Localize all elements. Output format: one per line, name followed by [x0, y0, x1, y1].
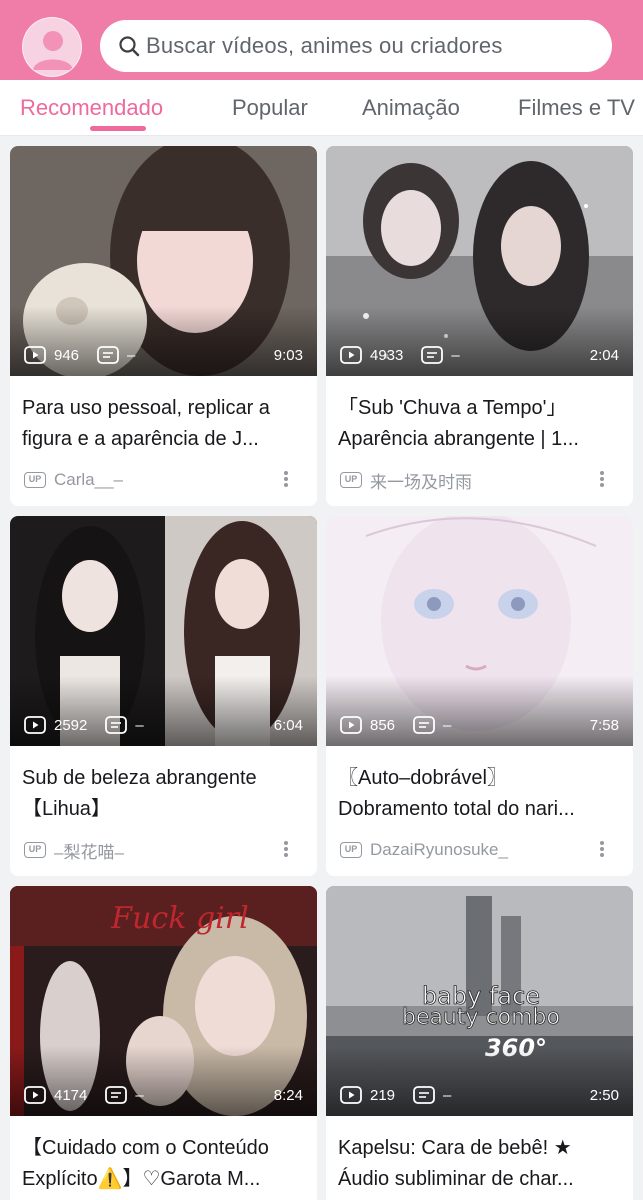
author-name[interactable]: –梨花喵– — [54, 838, 124, 863]
video-thumbnail[interactable]: Fuck girl 4174 – 8:24 — [10, 886, 317, 1116]
video-title[interactable]: Sub de beleza abrangente 【Lihua】 — [22, 763, 308, 825]
play-count-icon — [24, 346, 46, 364]
danmaku-icon — [105, 716, 128, 734]
up-badge-icon: UP — [340, 842, 362, 858]
user-avatar-icon[interactable] — [22, 17, 82, 77]
danmaku-icon — [413, 1086, 435, 1104]
more-options-icon[interactable] — [282, 839, 290, 859]
video-title-line: figura e a aparência de J... — [22, 428, 259, 450]
video-stats: 219 – — [340, 1084, 469, 1106]
video-title-line: Explícito⚠️】♡Garota M... — [22, 1168, 261, 1190]
video-thumbnail[interactable]: 2592 – 6:04 — [10, 516, 317, 746]
video-card[interactable]: 856 – 7:58 〖Auto–dobrável〗 Dobramento to… — [326, 516, 633, 876]
thumbnail-overlay-text: beauty combo — [402, 1005, 560, 1030]
more-options-icon[interactable] — [598, 839, 606, 859]
video-meta: UP DazaiRyunosuke_ — [340, 839, 620, 861]
video-thumbnail[interactable]: baby face beauty combo 360° 219 – 2:50 — [326, 886, 633, 1116]
video-title-line: Sub de beleza abrangente — [22, 767, 257, 789]
danmaku-count: – — [443, 1086, 452, 1104]
play-count-icon — [340, 716, 362, 734]
author-name[interactable]: 来一场及时雨 — [370, 468, 472, 493]
video-stats: 2592 – — [24, 714, 162, 736]
danmaku-count: – — [135, 716, 144, 734]
author-name[interactable]: DazaiRyunosuke_ — [370, 840, 508, 860]
video-card[interactable]: 4933 – 2:04 「Sub 'Chuva a Tempo'」 Aparên… — [326, 146, 633, 506]
video-stats: 856 – — [340, 714, 469, 736]
search-input[interactable]: Buscar vídeos, animes ou criadores — [146, 33, 503, 59]
up-badge-icon: UP — [24, 842, 46, 858]
video-meta: UP 来一场及时雨 — [340, 468, 620, 493]
play-count-icon — [340, 346, 362, 364]
view-count: 2592 — [54, 716, 88, 734]
video-title-line: 〖Auto–dobrável〗 — [338, 767, 507, 789]
video-title-line: 「Sub 'Chuva a Tempo'」 — [338, 397, 567, 419]
author-name[interactable]: Carla__– — [54, 470, 123, 490]
play-count-icon — [24, 1086, 46, 1104]
play-count-icon — [340, 1086, 362, 1104]
video-duration: 9:03 — [273, 347, 303, 364]
video-title-line: 【Cuidado com o Conteúdo — [22, 1137, 269, 1159]
tab-recomendado[interactable]: Recomendado — [20, 95, 163, 121]
danmaku-count: – — [443, 716, 452, 734]
danmaku-icon — [421, 346, 444, 364]
video-duration: 6:04 — [273, 717, 303, 734]
video-feed: 946 – 9:03 Para uso pessoal, replicar a … — [0, 136, 643, 1200]
danmaku-count: – — [127, 346, 136, 364]
top-header: Buscar vídeos, animes ou criadores — [0, 0, 643, 80]
view-count: 856 — [370, 716, 396, 734]
video-title[interactable]: 【Cuidado com o Conteúdo Explícito⚠️】♡Gar… — [22, 1133, 308, 1195]
video-title[interactable]: 「Sub 'Chuva a Tempo'」 Aparência abrangen… — [338, 393, 624, 455]
video-duration: 7:58 — [589, 717, 619, 734]
video-title-line: Dobramento total do nari... — [338, 798, 575, 820]
danmaku-icon — [413, 716, 435, 734]
tab-popular[interactable]: Popular — [232, 95, 308, 121]
up-badge-icon: UP — [24, 472, 46, 488]
video-thumbnail[interactable]: 4933 – 2:04 — [326, 146, 633, 376]
tab-animacao[interactable]: Animação — [362, 95, 460, 121]
video-stats: 4174 – — [24, 1084, 162, 1106]
video-title-line: 【Lihua】 — [22, 798, 111, 820]
video-meta: UP –梨花喵– — [24, 838, 304, 863]
video-card[interactable]: 946 – 9:03 Para uso pessoal, replicar a … — [10, 146, 317, 506]
video-title-line: Para uso pessoal, replicar a — [22, 397, 270, 419]
up-badge-icon: UP — [340, 472, 362, 488]
video-card[interactable]: Fuck girl 4174 – 8:24 【Cuidado com o Con… — [10, 886, 317, 1200]
danmaku-icon — [105, 1086, 128, 1104]
thumbnail-overlay-text: Fuck girl — [110, 901, 248, 936]
view-count: 4174 — [54, 1086, 88, 1104]
video-title[interactable]: 〖Auto–dobrável〗 Dobramento total do nari… — [338, 763, 624, 825]
video-title-line: Aparência abrangente | 1... — [338, 428, 579, 450]
active-tab-indicator — [90, 126, 146, 131]
search-icon — [118, 35, 140, 57]
video-stats: 4933 – — [340, 344, 478, 366]
video-title[interactable]: Para uso pessoal, replicar a figura e a … — [22, 393, 308, 455]
video-duration: 2:50 — [589, 1087, 619, 1104]
play-count-icon — [24, 716, 46, 734]
video-title-line: Áudio subliminar de char... — [338, 1168, 574, 1190]
video-card[interactable]: baby face beauty combo 360° 219 – 2:50 K… — [326, 886, 633, 1200]
video-card[interactable]: 2592 – 6:04 Sub de beleza abrangente 【Li… — [10, 516, 317, 876]
video-thumbnail[interactable]: 856 – 7:58 — [326, 516, 633, 746]
danmaku-count: – — [135, 1086, 144, 1104]
danmaku-icon — [97, 346, 119, 364]
danmaku-count: – — [451, 346, 460, 364]
video-duration: 8:24 — [273, 1087, 303, 1104]
more-options-icon[interactable] — [598, 469, 606, 489]
view-count: 946 — [54, 346, 80, 364]
more-options-icon[interactable] — [282, 469, 290, 489]
video-duration: 2:04 — [589, 347, 619, 364]
search-bar[interactable]: Buscar vídeos, animes ou criadores — [100, 20, 612, 72]
view-count: 219 — [370, 1086, 396, 1104]
video-thumbnail[interactable]: 946 – 9:03 — [10, 146, 317, 376]
video-stats: 946 – — [24, 344, 153, 366]
video-meta: UP Carla__– — [24, 469, 304, 491]
view-count: 4933 — [370, 346, 404, 364]
tab-filmes-e-tv[interactable]: Filmes e TV — [518, 95, 635, 121]
video-title-line: Kapelsu: Cara de bebê! ★ — [338, 1137, 572, 1159]
video-title[interactable]: Kapelsu: Cara de bebê! ★ Áudio sublimina… — [338, 1133, 624, 1195]
